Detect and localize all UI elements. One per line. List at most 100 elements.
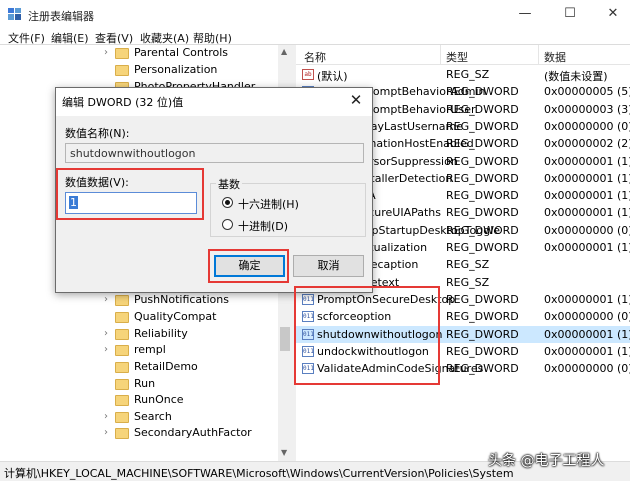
folder-icon [115, 412, 129, 423]
dialog-title: 编辑 DWORD (32 位)值 [62, 96, 184, 109]
highlight-box-values [294, 286, 440, 385]
cell-type: REG_DWORD [446, 154, 519, 168]
scroll-down-icon[interactable]: ▼ [281, 448, 287, 457]
close-icon: ✕ [349, 91, 363, 109]
scroll-thumb[interactable] [280, 327, 290, 351]
cell-type: REG_DWORD [446, 292, 519, 306]
expand-chevron-icon[interactable]: › [104, 47, 108, 58]
cell-type: REG_DWORD [446, 102, 519, 116]
column-header-name[interactable]: 名称 [304, 49, 326, 65]
highlight-box-ok [208, 249, 289, 283]
cell-data: 0x00000000 (0) [544, 362, 630, 376]
cell-type: REG_DWORD [446, 206, 519, 220]
hex-radio[interactable] [222, 197, 233, 208]
cell-type: REG_DWORD [446, 223, 519, 237]
tree-item[interactable]: Run [0, 377, 292, 393]
folder-icon [115, 345, 129, 356]
cell-type: REG_DWORD [446, 344, 519, 358]
folder-icon [115, 295, 129, 306]
tree-item-label: Reliability [134, 327, 188, 340]
cell-type: REG_DWORD [446, 310, 519, 324]
cell-data: 0x00000001 (1) [544, 171, 630, 185]
folder-icon [115, 428, 129, 439]
close-icon: ✕ [607, 6, 619, 21]
cell-data: 0x00000000 (0) [544, 310, 630, 324]
list-row[interactable]: ab (默认) REG_SZ (数值未设置) [296, 66, 630, 83]
tree-item-label: QualityCompat [134, 310, 217, 323]
column-header-data[interactable]: 数据 [544, 49, 566, 65]
tree-item-label: Personalization [134, 63, 218, 76]
highlight-box-data [56, 168, 204, 220]
hex-label[interactable]: 十六进制(H) [238, 196, 299, 212]
cell-data: 0x00000001 (1) [544, 189, 630, 203]
cell-type: REG_DWORD [446, 119, 519, 133]
tree-item[interactable]: Personalization [0, 63, 292, 79]
cell-data: 0x00000002 (2) [544, 137, 630, 151]
cell-type: REG_DWORD [446, 327, 519, 341]
cell-type: REG_SZ [446, 258, 490, 272]
cell-data: 0x00000000 (0) [544, 119, 630, 133]
expand-chevron-icon[interactable]: › [104, 294, 108, 305]
expand-chevron-icon[interactable]: › [104, 427, 108, 438]
cell-type: REG_SZ [446, 68, 490, 81]
dialog-close-button[interactable]: ✕ [347, 91, 365, 109]
value-name-label: 数值名称(N): [65, 127, 130, 140]
decimal-radio[interactable] [222, 219, 233, 230]
cell-data: 0x00000005 (5) [544, 85, 630, 99]
value-name-field: shutdownwithoutlogon [65, 143, 364, 163]
tree-item-label: Parental Controls [134, 46, 228, 59]
tree-item[interactable]: › SecondaryAuthFactor [0, 426, 292, 442]
tree-item-label: Run [134, 377, 156, 390]
minimize-button[interactable]: — [510, 3, 540, 25]
title-bar: 注册表编辑器 — ☐ ✕ [0, 0, 630, 28]
tree-item[interactable]: › Search [0, 410, 292, 426]
cell-data: 0x00000003 (3) [544, 102, 630, 116]
cell-type: REG_DWORD [446, 85, 519, 99]
cell-type: REG_DWORD [446, 241, 519, 254]
expand-chevron-icon[interactable]: › [104, 328, 108, 339]
tree-item[interactable]: › PushNotifications [0, 293, 292, 309]
tree-item-label: rempl [134, 343, 166, 356]
cell-data: (数值未设置) [544, 70, 608, 83]
tree-item[interactable]: › Parental Controls [0, 46, 292, 62]
list-header: 名称 类型 数据 [296, 45, 630, 65]
key-path: 计算机\HKEY_LOCAL_MACHINE\SOFTWARE\Microsof… [4, 467, 514, 480]
folder-icon [115, 65, 129, 76]
folder-icon [115, 362, 129, 373]
tree-item-label: SecondaryAuthFactor [134, 426, 252, 439]
tree-item[interactable]: RetailDemo [0, 360, 292, 376]
tree-item[interactable]: QualityCompat [0, 310, 292, 326]
tree-item[interactable]: RunOnce [0, 393, 292, 409]
tree-item-label: RetailDemo [134, 360, 198, 373]
folder-icon [115, 329, 129, 340]
column-divider[interactable] [538, 45, 539, 65]
registry-app-icon [8, 8, 21, 20]
minimize-icon: — [518, 6, 532, 21]
tree-item[interactable]: › Reliability [0, 327, 292, 343]
tree-item-label: RunOnce [134, 393, 184, 406]
cell-type: REG_DWORD [446, 171, 519, 185]
tree-item-label: Search [134, 410, 172, 423]
cell-data: 0x00000000 (0) [544, 223, 630, 237]
cell-type: REG_DWORD [446, 362, 519, 376]
cell-data: 0x00000001 (1) [544, 206, 630, 220]
cell-data: 0x00000001 (1) [544, 154, 630, 168]
expand-chevron-icon[interactable]: › [104, 411, 108, 422]
window-title: 注册表编辑器 [28, 10, 94, 23]
tree-item[interactable]: › rempl [0, 343, 292, 359]
column-header-type[interactable]: 类型 [446, 49, 468, 65]
column-divider[interactable] [440, 45, 441, 65]
decimal-label[interactable]: 十进制(D) [238, 218, 288, 234]
value-name-text: shutdownwithoutlogon [70, 147, 196, 160]
cell-type: REG_DWORD [446, 189, 519, 203]
expand-chevron-icon[interactable]: › [104, 344, 108, 355]
folder-icon [115, 379, 129, 390]
close-button[interactable]: ✕ [598, 3, 628, 25]
tree-item-label: PushNotifications [134, 293, 229, 306]
maximize-button[interactable]: ☐ [555, 3, 585, 25]
folder-icon [115, 395, 129, 406]
scroll-up-icon[interactable]: ▲ [281, 47, 287, 56]
folder-icon [115, 48, 129, 59]
cancel-button[interactable]: 取消 [293, 255, 364, 277]
folder-icon [115, 312, 129, 323]
